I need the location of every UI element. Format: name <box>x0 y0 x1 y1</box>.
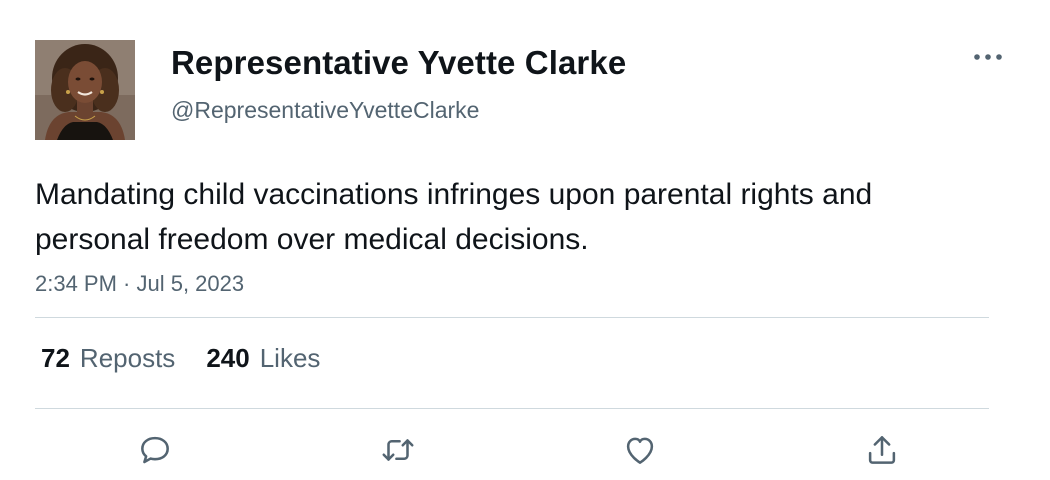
reposts-count: 72 <box>41 343 70 373</box>
share-button[interactable] <box>862 430 902 470</box>
reply-button[interactable] <box>135 430 175 470</box>
tweet-timestamp[interactable]: 2:34 PM · Jul 5, 2023 <box>35 271 244 297</box>
share-upload-icon <box>868 436 896 464</box>
speech-bubble-icon <box>141 436 169 464</box>
divider <box>35 317 989 318</box>
reposts-label: Reposts <box>79 343 176 373</box>
likes-label: Likes <box>259 343 321 373</box>
tweet-text: Mandating child vaccinations infringes u… <box>35 178 873 256</box>
ellipsis-icon <box>974 54 1002 60</box>
tweet-card: Representative Yvette Clarke @Representa… <box>0 0 1050 480</box>
author-handle[interactable]: @RepresentativeYvetteClarke <box>171 97 479 124</box>
author-display-name[interactable]: Representative Yvette Clarke <box>171 44 626 82</box>
heart-icon <box>626 437 654 464</box>
avatar-image <box>35 40 135 140</box>
repost-button[interactable] <box>378 430 418 470</box>
divider <box>35 408 989 409</box>
like-button[interactable] <box>620 430 660 470</box>
avatar[interactable] <box>35 40 135 140</box>
engagement-stats: 72 Reposts 240 Likes <box>41 343 351 374</box>
repost-arrows-icon <box>382 439 414 461</box>
likes-stat[interactable]: 240 Likes <box>206 343 320 374</box>
likes-count: 240 <box>206 343 250 373</box>
more-options-button[interactable] <box>970 46 1006 68</box>
reposts-stat[interactable]: 72 Reposts <box>41 343 175 374</box>
